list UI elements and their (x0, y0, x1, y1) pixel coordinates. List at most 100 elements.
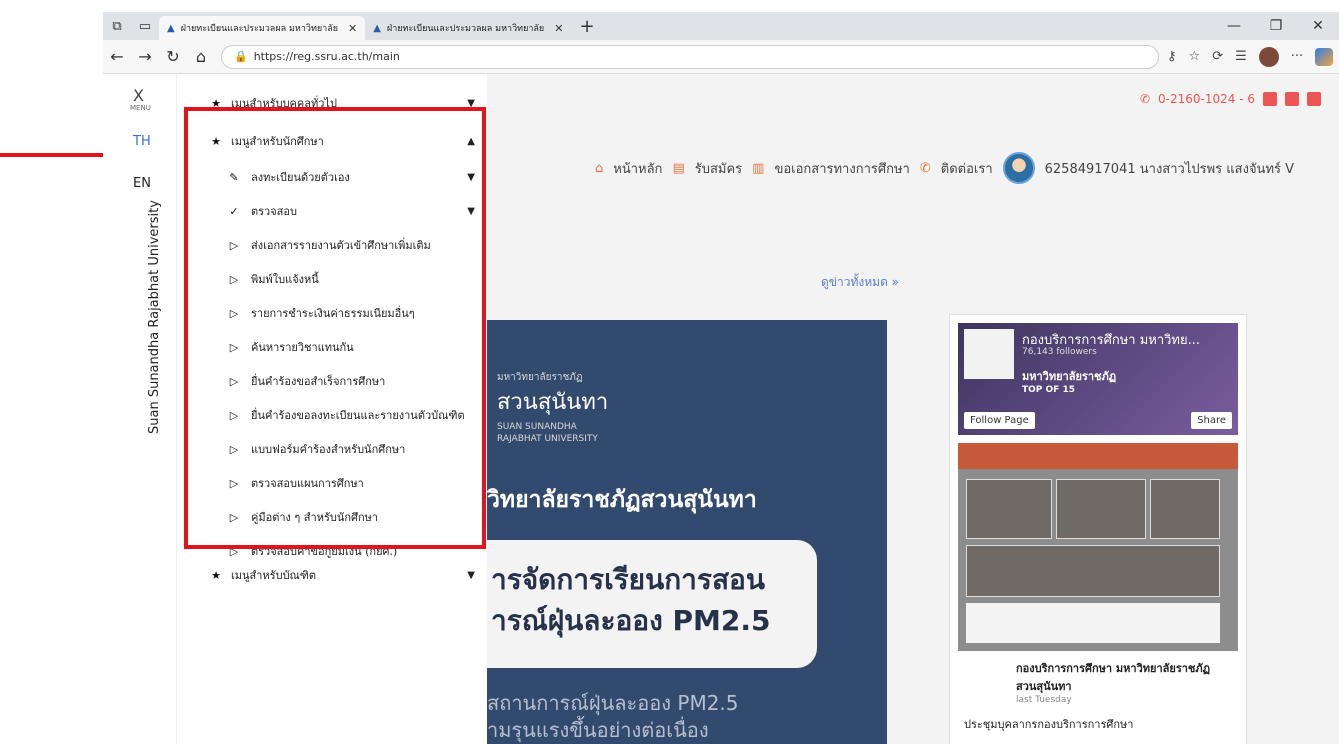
banner-pill-line1: ารจัดการเรียนการสอน (491, 563, 765, 596)
follow-page-button[interactable]: Follow Page (964, 412, 1035, 429)
twitter-icon[interactable] (1285, 92, 1299, 106)
new-tab-icon[interactable]: + (571, 16, 602, 37)
post-caption-box (966, 603, 1220, 643)
banner-logo-th: มหาวิทยาลัยราชภัฏ (497, 372, 583, 383)
menu-item-label: พิมพ์ใบแจ้งหนี้ (251, 273, 319, 286)
post-image-header (958, 443, 1238, 469)
url-text: https://reg.ssru.ac.th/main (253, 50, 400, 63)
docs-icon: ▥ (752, 160, 765, 176)
menu-item[interactable]: ▷ ตรวจสอบแผนการศึกษา (177, 466, 479, 500)
post-photo (1150, 479, 1220, 539)
university-vertical-title: Suan Sunandha Rajabhat University (147, 200, 162, 434)
post-date: last Tuesday (1016, 695, 1072, 705)
menu-general-label: เมนูสำหรับบุคคลทั่วไป (231, 97, 337, 110)
home-nav-icon: ⌂ (595, 160, 604, 176)
nav-docs[interactable]: ขอเอกสารทางการศึกษา (774, 158, 909, 179)
tab-close-icon[interactable]: ✕ (554, 22, 563, 35)
menu-item-label: ค้นหารายวิชาแทนกัน (251, 341, 354, 354)
tab-active[interactable]: ▲ ฝ่ายทะเบียนและประมวลผล มหาวิทยาลัย ✕ (159, 16, 366, 40)
menu-item[interactable]: ▷ ส่งเอกสารรายงานตัวเข้าศึกษาเพิ่มเติม (177, 228, 479, 262)
lang-th[interactable]: TH (133, 134, 151, 149)
facebook-header: กองบริการการศึกษา มหาวิทย... 76,143 foll… (958, 323, 1238, 435)
banner-foot-line1: สถานการณ์ฝุ่นละออง PM2.5 (487, 691, 739, 715)
facebook-followers: 76,143 followers (1022, 347, 1097, 357)
facebook-page-thumb[interactable] (964, 329, 1014, 379)
chevron-up-icon: ▲ (467, 135, 475, 147)
facebook-icon[interactable] (1263, 92, 1277, 106)
menu-item[interactable]: ▷ ค้นหารายวิชาแทนกัน (177, 330, 479, 364)
send-icon: ▷ (229, 306, 239, 320)
nav-user[interactable]: 62584917041 นางสาวไปรพร แสงจันทร์ V (1045, 158, 1294, 179)
menu-graduate[interactable]: ★ เมนูสำหรับบัณฑิต ▼ (177, 558, 479, 592)
favorites-icon[interactable]: ☰ (1235, 49, 1247, 64)
menu-item-label: ตรวจสอบแผนการศึกษา (251, 477, 364, 490)
profile-avatar[interactable] (1258, 46, 1279, 67)
menu-item-label: รายการชำระเงินค่าธรรมเนียมอื่นๆ (251, 307, 415, 320)
phone-number[interactable]: 0-2160-1024 - 6 (1158, 92, 1255, 106)
back-icon[interactable]: ← (103, 47, 131, 66)
tab-inactive[interactable]: ▲ ฝ่ายทะเบียนและประมวลผล มหาวิทยาลัย ✕ (365, 16, 571, 40)
menu-item[interactable]: ▷ รายการชำระเงินค่าธรรมเนียมอื่นๆ (177, 296, 479, 330)
menu-self-register-label: ลงทะเบียนด้วยตัวเอง (251, 171, 350, 184)
menu-self-register[interactable]: ✎ ลงทะเบียนด้วยตัวเอง ▼ (177, 160, 479, 194)
key-icon[interactable]: ⚷ (1167, 49, 1177, 64)
side-rail: X MENU TH EN Suan Sunandha Rajabhat Univ… (103, 74, 177, 744)
chevron-down-icon: ▼ (467, 171, 475, 183)
chevron-down-icon: ▼ (467, 205, 475, 217)
browser-window: ⧉ ▭ ▲ ฝ่ายทะเบียนและประมวลผล มหาวิทยาลัย… (103, 12, 1339, 744)
news-banner[interactable]: มหาวิทยาลัยราชภัฏ สวนสุนันทา SUAN SUNAND… (487, 320, 887, 744)
refresh-icon[interactable]: ↻ (159, 47, 187, 66)
facebook-post: กองบริการการศึกษา มหาวิทยาลัยราชภัฏสวนสุ… (950, 651, 1246, 741)
nav-home[interactable]: หน้าหลัก (613, 158, 662, 179)
user-avatar[interactable] (1002, 152, 1035, 184)
close-window-icon[interactable]: ✕ (1297, 12, 1339, 40)
forward-icon[interactable]: → (131, 47, 159, 66)
facebook-top: TOP OF 15 (1022, 385, 1075, 395)
menu-close-icon[interactable]: X (133, 86, 144, 105)
post-photo (966, 479, 1052, 539)
facebook-post-image[interactable] (958, 443, 1238, 651)
menu-general[interactable]: ★ เมนูสำหรับบุคคลทั่วไป ▼ (177, 86, 479, 120)
banner-pill-line2: ารณ์ฝุ่นละออง PM2.5 (491, 603, 771, 637)
favorite-star-icon[interactable]: ☆ (1189, 49, 1201, 64)
menu-item[interactable]: ▷ คู่มือต่าง ๆ สำหรับนักศึกษา (177, 500, 479, 534)
menu-item[interactable]: ▷ แบบฟอร์มคำร้องสำหรับนักศึกษา (177, 432, 479, 466)
news-all-link[interactable]: ดูข่าวทั้งหมด » (821, 273, 899, 292)
workspaces-icon[interactable]: ⧉ (103, 12, 131, 40)
post-author[interactable]: กองบริการการศึกษา มหาวิทยาลัยราชภัฏสวนสุ… (1016, 659, 1232, 695)
nav-apply[interactable]: รับสมัคร (695, 158, 742, 179)
menu-item[interactable]: ▷ ยื่นคำร้องขอสำเร็จการศึกษา (177, 364, 479, 398)
extensions-icon[interactable]: ⟳ (1212, 49, 1223, 64)
lang-en[interactable]: EN (133, 176, 151, 191)
home-icon[interactable]: ⌂ (187, 47, 215, 66)
banner-footer: สถานการณ์ฝุ่นละออง PM2.5 ามรุนแรงขึ้นอย่… (487, 690, 739, 744)
youtube-icon[interactable] (1307, 92, 1321, 106)
more-icon[interactable]: ··· (1291, 49, 1303, 64)
star-icon: ★ (211, 568, 221, 582)
tab-bar: ⧉ ▭ ▲ ฝ่ายทะเบียนและประมวลผล มหาวิทยาลัย… (103, 12, 1339, 40)
send-icon: ▷ (229, 408, 239, 422)
facebook-widget: กองบริการการศึกษา มหาวิทย... 76,143 foll… (949, 314, 1247, 744)
menu-item[interactable]: ▷ พิมพ์ใบแจ้งหนี้ (177, 262, 479, 296)
tab-close-icon[interactable]: ✕ (348, 22, 357, 35)
star-icon: ★ (211, 96, 221, 110)
menu-student[interactable]: ★ เมนูสำหรับนักศึกษา ▲ (177, 124, 479, 158)
facebook-banner-text: มหาวิทยาลัยราชภัฏ (1022, 370, 1117, 383)
menu-item-label: คู่มือต่าง ๆ สำหรับนักศึกษา (251, 511, 379, 524)
menu-item[interactable]: ▷ ยื่นคำร้องขอลงทะเบียนและรายงานตัวบัณฑิ… (177, 398, 479, 432)
star-icon: ★ (211, 134, 221, 148)
nav-contact[interactable]: ติดต่อเรา (941, 158, 993, 179)
post-photo (966, 545, 1220, 597)
menu-student-label: เมนูสำหรับนักศึกษา (231, 135, 324, 148)
send-icon: ▷ (229, 442, 239, 456)
copilot-icon[interactable] (1315, 47, 1334, 66)
check-circle-icon: ✓ (229, 204, 239, 218)
main-nav: ⌂ หน้าหลัก ▤ รับสมัคร ▥ ขอเอกสารทางการศึ… (595, 152, 1294, 184)
share-button[interactable]: Share (1191, 412, 1232, 429)
restore-icon[interactable]: ❐ (1255, 12, 1297, 40)
chevron-down-icon: ▼ (467, 97, 475, 109)
menu-check[interactable]: ✓ ตรวจสอบ ▼ (177, 194, 479, 228)
tab-actions-icon[interactable]: ▭ (131, 12, 159, 40)
minimize-icon[interactable]: — (1213, 12, 1255, 40)
url-field[interactable]: 🔒 https://reg.ssru.ac.th/main (221, 44, 1159, 69)
